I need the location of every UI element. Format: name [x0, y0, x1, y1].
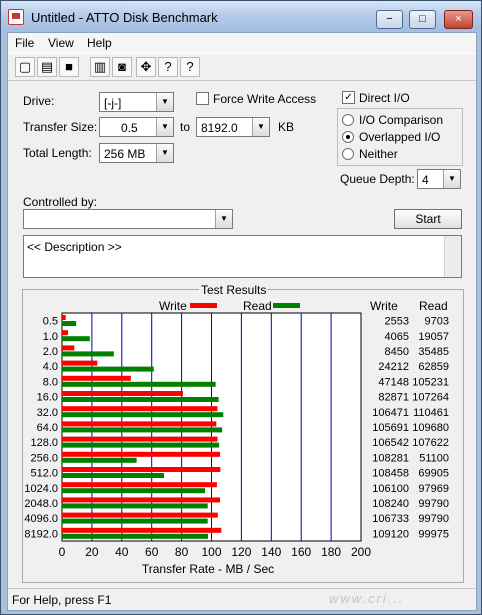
- write-bar: [62, 482, 217, 488]
- y-category-label: 32.0: [37, 407, 58, 419]
- read-bar: [62, 412, 224, 418]
- status-bar: For Help, press F1 www.cri...: [8, 588, 476, 610]
- y-category-label: 64.0: [37, 422, 58, 434]
- write-value: 24212: [378, 361, 409, 373]
- y-category-label: 4096.0: [24, 513, 58, 525]
- read-bar: [62, 442, 220, 448]
- x-tick-label: 60: [145, 545, 159, 559]
- write-bar: [62, 345, 75, 351]
- read-bar: [62, 381, 216, 387]
- write-value: 108458: [372, 468, 409, 480]
- write-value: 47148: [378, 376, 409, 388]
- main-client-area: File View Help ▢ ▤ ■ ▥ ◙ ✥ ? ? Drive: [-…: [7, 32, 477, 611]
- write-value: 2553: [385, 316, 409, 328]
- transfer-rate-chart: 0 20 40 60 80 100 120 140 160 180 200 0.5 2553 9703 1.…: [24, 312, 449, 576]
- read-bar: [62, 397, 219, 402]
- minimize-button[interactable]: −: [376, 10, 403, 29]
- read-value: 105231: [412, 376, 449, 388]
- x-tick-label: 80: [175, 545, 189, 559]
- write-bar: [62, 315, 66, 320]
- write-bar: [62, 360, 98, 366]
- read-value: 99790: [418, 498, 449, 510]
- y-category-label: 512.0: [30, 468, 58, 480]
- write-value: 108281: [372, 452, 409, 464]
- read-value: 9703: [425, 316, 449, 328]
- write-bar: [62, 527, 222, 533]
- read-bar: [62, 533, 208, 539]
- y-category-label: 16.0: [37, 392, 58, 404]
- read-value: 35485: [418, 346, 449, 358]
- read-value: 99790: [418, 513, 449, 525]
- read-bar: [62, 488, 206, 494]
- x-tick-label: 0: [59, 545, 66, 559]
- write-bar: [62, 467, 221, 472]
- window-title: Untitled - ATTO Disk Benchmark: [31, 10, 218, 25]
- write-bar: [62, 391, 183, 396]
- read-value: 107264: [412, 392, 449, 404]
- write-value: 106471: [372, 407, 409, 419]
- write-bar: [62, 421, 217, 427]
- x-tick-label: 200: [351, 545, 371, 559]
- y-category-label: 4.0: [43, 361, 58, 373]
- y-category-label: 2.0: [43, 346, 58, 358]
- read-value: 97969: [418, 483, 449, 495]
- write-value: 106542: [372, 437, 409, 449]
- read-bar: [62, 351, 114, 357]
- write-value: 8450: [385, 346, 409, 358]
- write-value: 109120: [372, 528, 409, 540]
- read-value: 107622: [412, 437, 449, 449]
- y-category-label: 128.0: [30, 437, 58, 449]
- write-bar: [62, 375, 131, 381]
- read-value: 69905: [418, 468, 449, 480]
- write-bar: [62, 406, 218, 412]
- read-bar: [62, 457, 137, 463]
- write-bar: [62, 497, 221, 503]
- read-bar: [62, 366, 154, 372]
- x-tick-label: 140: [261, 545, 281, 559]
- atto-app-icon: [8, 9, 24, 25]
- y-category-label: 1024.0: [24, 483, 58, 495]
- read-value: 109680: [412, 422, 449, 434]
- y-category-label: 8.0: [43, 376, 58, 388]
- write-value: 106100: [372, 483, 409, 495]
- read-value: 51100: [419, 452, 449, 464]
- maximize-button[interactable]: □: [409, 10, 436, 29]
- write-value: 105691: [372, 422, 409, 434]
- write-bar: [62, 436, 218, 442]
- read-bar: [62, 518, 208, 524]
- read-value: 110461: [413, 407, 449, 419]
- x-tick-label: 180: [321, 545, 341, 559]
- x-tick-label: 40: [115, 545, 129, 559]
- write-bar: [62, 512, 218, 518]
- read-value: 19057: [418, 331, 449, 343]
- read-bar: [62, 473, 165, 478]
- x-tick-label: 20: [85, 545, 99, 559]
- x-tick-label: 160: [291, 545, 311, 559]
- y-category-label: 1.0: [43, 331, 58, 343]
- read-bar: [62, 336, 90, 342]
- write-bar: [62, 451, 221, 457]
- x-tick-label: 100: [201, 545, 221, 559]
- x-tick-label: 120: [231, 545, 251, 559]
- x-axis-label: Transfer Rate - MB / Sec: [142, 562, 274, 576]
- write-value: 4065: [385, 331, 409, 343]
- read-value: 62859: [418, 361, 449, 373]
- y-category-label: 8192.0: [24, 528, 58, 540]
- close-button[interactable]: ×: [444, 10, 473, 29]
- y-category-label: 2048.0: [24, 498, 58, 510]
- read-value: 99975: [418, 528, 449, 540]
- read-bar: [62, 427, 223, 433]
- title-bar: Untitled - ATTO Disk Benchmark − □ ×: [1, 1, 481, 31]
- status-text: For Help, press F1: [12, 593, 112, 607]
- read-bar: [62, 503, 208, 509]
- write-value: 106733: [372, 513, 409, 525]
- site-watermark: www.cri...: [329, 591, 405, 606]
- read-bar: [62, 321, 77, 326]
- write-bar: [62, 330, 68, 336]
- y-category-label: 0.5: [43, 316, 58, 328]
- write-value: 108240: [372, 498, 409, 510]
- application-window: Untitled - ATTO Disk Benchmark − □ × Fil…: [0, 0, 482, 615]
- write-value: 82871: [378, 392, 409, 404]
- y-category-label: 256.0: [30, 452, 58, 464]
